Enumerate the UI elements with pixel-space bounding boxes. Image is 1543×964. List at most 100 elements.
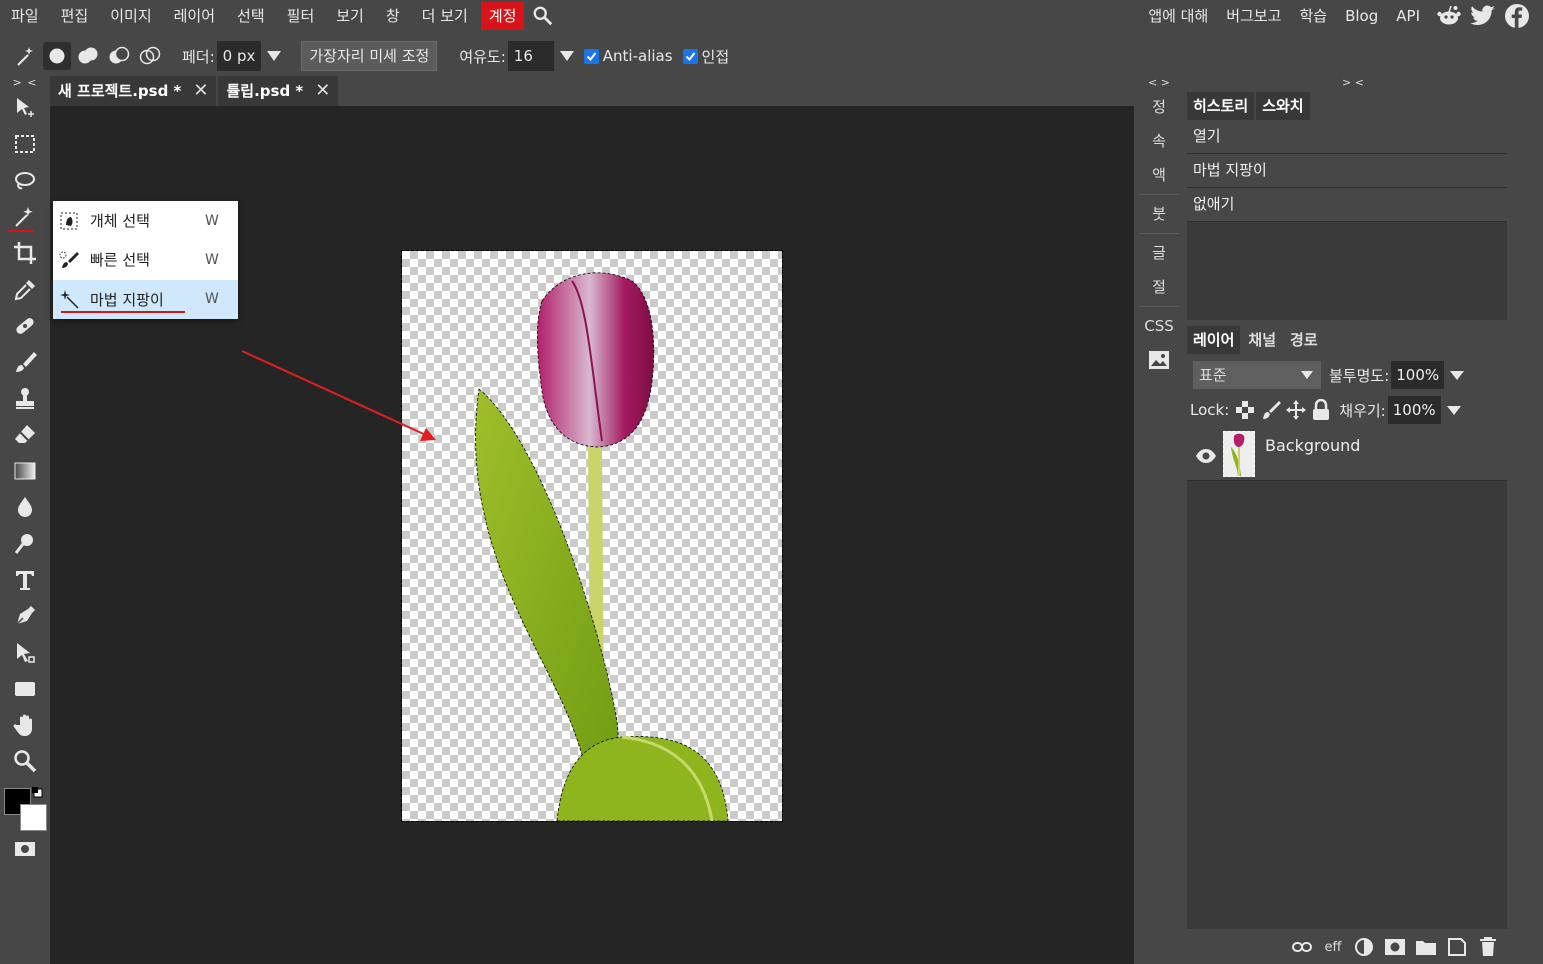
flyout-object-selection[interactable]: 개체 선택 W bbox=[53, 201, 238, 240]
lock-all-icon[interactable] bbox=[1311, 399, 1331, 421]
menu-select[interactable]: 선택 bbox=[226, 0, 276, 32]
tab-paths[interactable]: 경로 bbox=[1284, 326, 1324, 354]
lasso-tool-icon[interactable] bbox=[0, 163, 50, 199]
tolerance-dropdown-icon[interactable] bbox=[559, 51, 574, 61]
tab-layers[interactable]: 레이어 bbox=[1187, 326, 1241, 354]
twitter-icon[interactable] bbox=[1469, 2, 1497, 30]
right-panels-collapse[interactable]: > < bbox=[1187, 76, 1519, 90]
menu-about[interactable]: 앱에 대해 bbox=[1139, 0, 1217, 32]
close-icon[interactable]: ✕ bbox=[193, 76, 208, 106]
strip-css[interactable]: CSS bbox=[1139, 309, 1179, 343]
menu-filter[interactable]: 필터 bbox=[276, 0, 326, 32]
menu-view[interactable]: 보기 bbox=[325, 0, 375, 32]
tab-swatches[interactable]: 스와치 bbox=[1256, 92, 1310, 120]
new-selection-mode-icon[interactable] bbox=[43, 42, 71, 70]
quick-mask-icon[interactable] bbox=[14, 840, 36, 858]
facebook-icon[interactable] bbox=[1503, 2, 1531, 30]
fill-input[interactable]: 100% bbox=[1387, 396, 1441, 424]
color-swatches[interactable] bbox=[4, 786, 48, 832]
menu-window[interactable]: 창 bbox=[375, 0, 411, 32]
blur-tool-icon[interactable] bbox=[0, 489, 50, 525]
menu-account[interactable]: 계정 bbox=[480, 2, 525, 30]
marquee-tool-icon[interactable] bbox=[0, 126, 50, 162]
document-canvas[interactable] bbox=[401, 250, 783, 822]
toolbar-collapse[interactable]: > < bbox=[0, 76, 50, 90]
new-group-folder-icon[interactable] bbox=[1415, 937, 1437, 957]
add-selection-mode-icon[interactable] bbox=[74, 42, 102, 70]
menu-bug-report[interactable]: 버그보고 bbox=[1217, 0, 1290, 32]
menu-layer[interactable]: 레이어 bbox=[163, 0, 226, 32]
strip-properties[interactable]: 속 bbox=[1139, 124, 1179, 158]
menu-blog[interactable]: Blog bbox=[1336, 0, 1387, 32]
tolerance-input[interactable]: 16 bbox=[507, 41, 554, 71]
antialias-checkbox[interactable] bbox=[583, 48, 599, 64]
menu-api[interactable]: API bbox=[1387, 0, 1429, 32]
magic-wand-tool-icon[interactable] bbox=[0, 199, 50, 235]
pen-tool-icon[interactable] bbox=[0, 598, 50, 634]
hand-tool-icon[interactable] bbox=[0, 707, 50, 743]
lock-position-icon[interactable] bbox=[1285, 399, 1307, 421]
layer-effects-button[interactable]: eff bbox=[1322, 937, 1344, 957]
opacity-dropdown-icon[interactable] bbox=[1450, 370, 1465, 380]
feather-dropdown-icon[interactable] bbox=[267, 51, 282, 61]
tab-history[interactable]: 히스토리 bbox=[1187, 92, 1255, 120]
eyedropper-tool-icon[interactable] bbox=[0, 271, 50, 307]
gradient-tool-icon[interactable] bbox=[0, 453, 50, 489]
contiguous-checkbox[interactable] bbox=[682, 48, 698, 64]
history-item[interactable]: 열기 bbox=[1187, 120, 1507, 154]
layer-mask-icon[interactable] bbox=[1384, 937, 1406, 957]
adjustment-layer-icon[interactable] bbox=[1353, 937, 1375, 957]
subtract-selection-mode-icon[interactable] bbox=[105, 42, 133, 70]
fill-dropdown-icon[interactable] bbox=[1446, 405, 1461, 415]
menu-more[interactable]: 더 보기 bbox=[411, 0, 479, 32]
close-icon[interactable]: ✕ bbox=[315, 76, 330, 106]
blend-mode-select[interactable]: 표준 bbox=[1193, 361, 1321, 389]
refine-edge-button[interactable]: 가장자리 미세 조정 bbox=[301, 41, 438, 71]
menu-image[interactable]: 이미지 bbox=[99, 0, 162, 32]
strip-character[interactable]: 글 bbox=[1139, 236, 1179, 270]
type-tool-icon[interactable] bbox=[0, 562, 50, 598]
lock-pixels-icon[interactable] bbox=[1261, 400, 1282, 420]
flyout-magic-wand[interactable]: 마법 지팡이 W bbox=[53, 279, 238, 319]
healing-brush-tool-icon[interactable] bbox=[0, 308, 50, 344]
history-item[interactable]: 마법 지팡이 bbox=[1187, 154, 1507, 188]
crop-tool-icon[interactable] bbox=[0, 235, 50, 271]
menu-file[interactable]: 파일 bbox=[0, 0, 50, 32]
intersect-selection-mode-icon[interactable] bbox=[136, 42, 164, 70]
tab-tulip[interactable]: 튤립.psd * ✕ bbox=[218, 76, 339, 106]
eraser-tool-icon[interactable] bbox=[0, 417, 50, 453]
strip-info[interactable]: 정 bbox=[1139, 90, 1179, 124]
swap-colors-icon[interactable] bbox=[31, 786, 45, 800]
search-icon[interactable] bbox=[532, 5, 554, 27]
antialias-label: Anti-alias bbox=[602, 47, 673, 65]
reddit-icon[interactable] bbox=[1435, 2, 1463, 30]
shape-tool-icon[interactable] bbox=[0, 671, 50, 707]
brush-tool-icon[interactable] bbox=[0, 344, 50, 380]
menu-learn[interactable]: 학습 bbox=[1290, 0, 1336, 32]
history-item[interactable]: 없애기 bbox=[1187, 188, 1507, 222]
move-tool-icon[interactable] bbox=[0, 90, 50, 126]
tab-new-project[interactable]: 새 프로젝트.psd * ✕ bbox=[50, 76, 217, 106]
flyout-quick-selection[interactable]: 빠른 선택 W bbox=[53, 240, 238, 279]
zoom-tool-icon[interactable] bbox=[0, 743, 50, 779]
strip-brush[interactable]: 붓 bbox=[1139, 197, 1179, 231]
tab-channels[interactable]: 채널 bbox=[1242, 326, 1283, 354]
strip-actions[interactable]: 액 bbox=[1139, 158, 1179, 192]
feather-input[interactable]: 0 px bbox=[216, 41, 262, 71]
clone-stamp-tool-icon[interactable] bbox=[0, 380, 50, 416]
lock-transparency-icon[interactable] bbox=[1235, 400, 1255, 420]
new-layer-icon[interactable] bbox=[1446, 937, 1468, 957]
path-selection-tool-icon[interactable] bbox=[0, 634, 50, 670]
strip-image-icon[interactable] bbox=[1139, 343, 1179, 377]
delete-layer-icon[interactable] bbox=[1477, 937, 1499, 957]
strip-paragraph[interactable]: 절 bbox=[1139, 270, 1179, 304]
fill-label: 채우기: bbox=[1339, 401, 1386, 420]
layer-row[interactable]: Background bbox=[1187, 429, 1507, 481]
menu-edit[interactable]: 편집 bbox=[50, 0, 100, 32]
panel-strip-collapse[interactable]: < > bbox=[1134, 76, 1184, 90]
dodge-tool-icon[interactable] bbox=[0, 526, 50, 562]
opacity-input[interactable]: 100% bbox=[1391, 361, 1445, 389]
eye-icon[interactable] bbox=[1195, 445, 1217, 467]
link-layers-icon[interactable] bbox=[1291, 937, 1313, 957]
background-color-swatch[interactable] bbox=[20, 804, 47, 831]
